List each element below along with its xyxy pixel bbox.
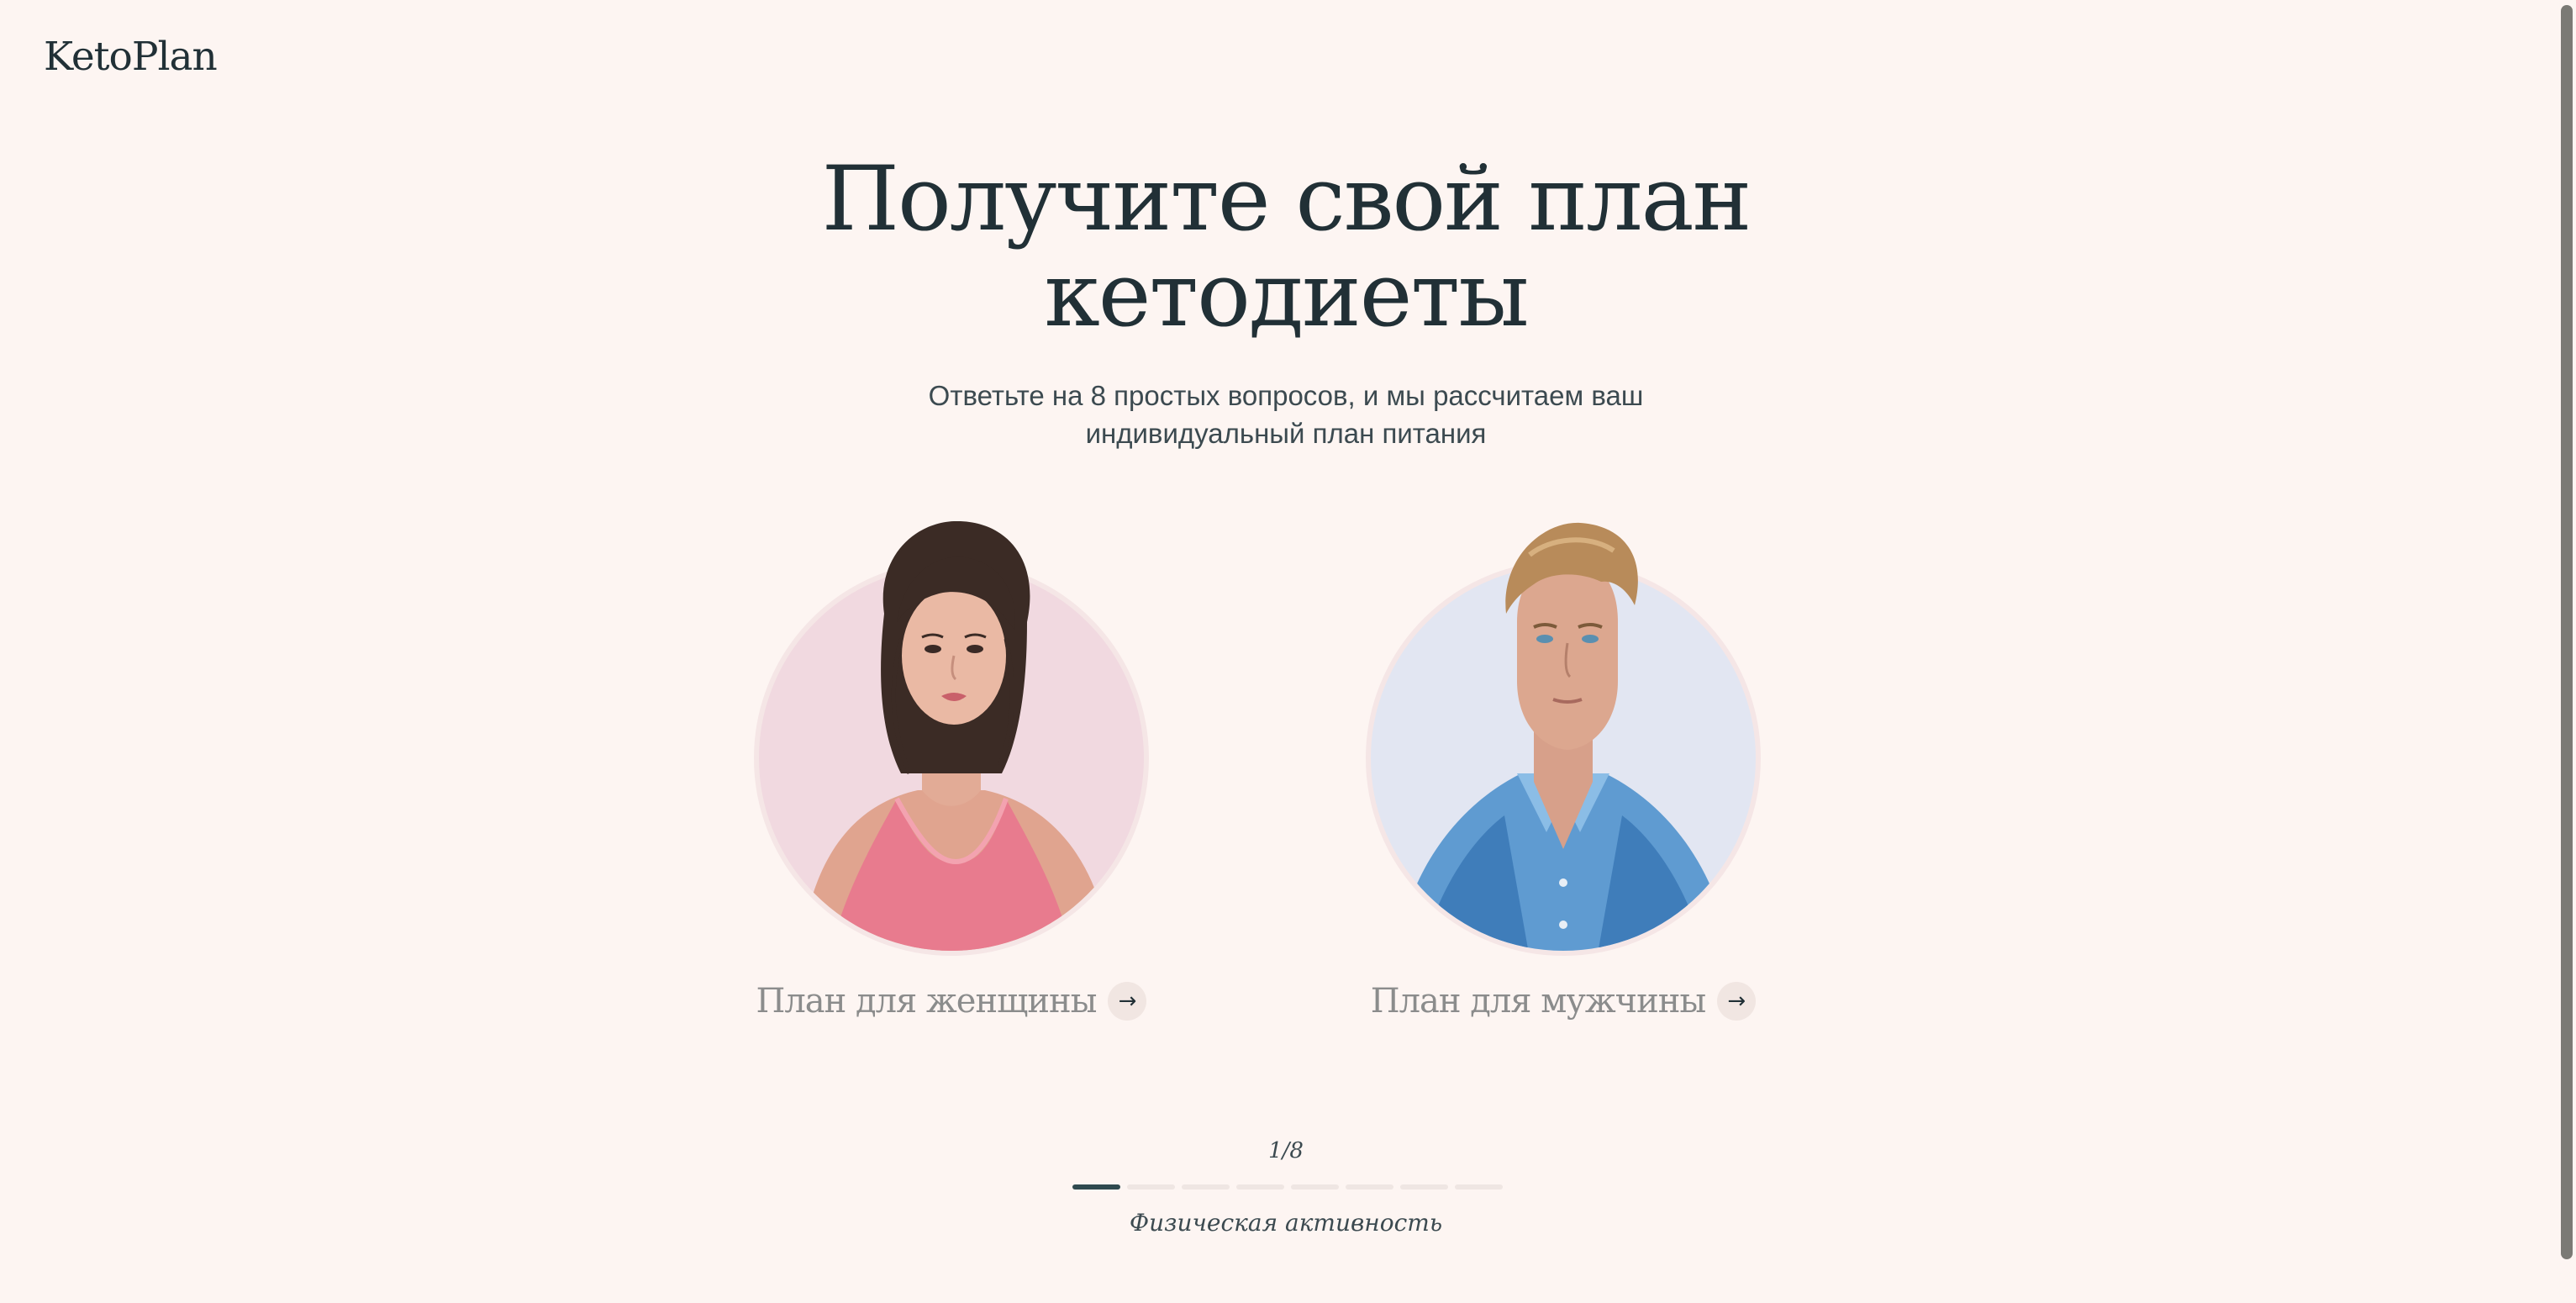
page-title-line-1: Получите свой план	[821, 147, 1752, 251]
male-plan-text[interactable]: План для мужчины	[1371, 982, 1707, 1021]
progress-segment	[1455, 1184, 1503, 1190]
progress-step-label: Физическая активность	[1129, 1209, 1443, 1237]
progress-segment	[1127, 1184, 1175, 1190]
female-portrait-image	[754, 521, 1149, 956]
female-plan-label[interactable]: План для женщины →	[750, 982, 1153, 1021]
page-title: Получите свой план кетодиеты	[0, 151, 2572, 343]
male-portrait-image	[1366, 522, 1761, 956]
progress-segment	[1400, 1184, 1448, 1190]
progress-segment	[1291, 1184, 1339, 1190]
scrollbar-thumb[interactable]	[2561, 5, 2573, 1259]
female-plan-option[interactable]: План для женщины →	[750, 521, 1153, 1042]
male-plan-label[interactable]: План для мужчины →	[1362, 982, 1765, 1021]
progress-bar	[1072, 1184, 1503, 1190]
male-plan-option[interactable]: План для мужчины →	[1362, 521, 1765, 1042]
page-title-line-2: кетодиеты	[1044, 243, 1529, 346]
page-subtitle: Ответьте на 8 простых вопросов, и мы рас…	[0, 377, 2572, 452]
logo[interactable]: KetoPlan	[44, 34, 218, 80]
progress-segment	[1182, 1184, 1230, 1190]
female-portrait[interactable]	[750, 521, 1153, 958]
arrow-right-icon[interactable]: →	[1717, 982, 1757, 1021]
subtitle-line-1: Ответьте на 8 простых вопросов, и мы рас…	[928, 380, 1644, 411]
male-portrait[interactable]	[1362, 521, 1765, 958]
arrow-right-icon[interactable]: →	[1108, 982, 1147, 1021]
scrollbar[interactable]	[2558, 0, 2576, 1303]
subtitle-line-2: индивидуальный план питания	[1085, 418, 1487, 449]
progress-segment	[1072, 1184, 1120, 1190]
progress-segment	[1346, 1184, 1393, 1190]
female-plan-text[interactable]: План для женщины	[756, 982, 1098, 1021]
progress-counter: 1/8	[1268, 1138, 1304, 1163]
progress-segment	[1236, 1184, 1284, 1190]
